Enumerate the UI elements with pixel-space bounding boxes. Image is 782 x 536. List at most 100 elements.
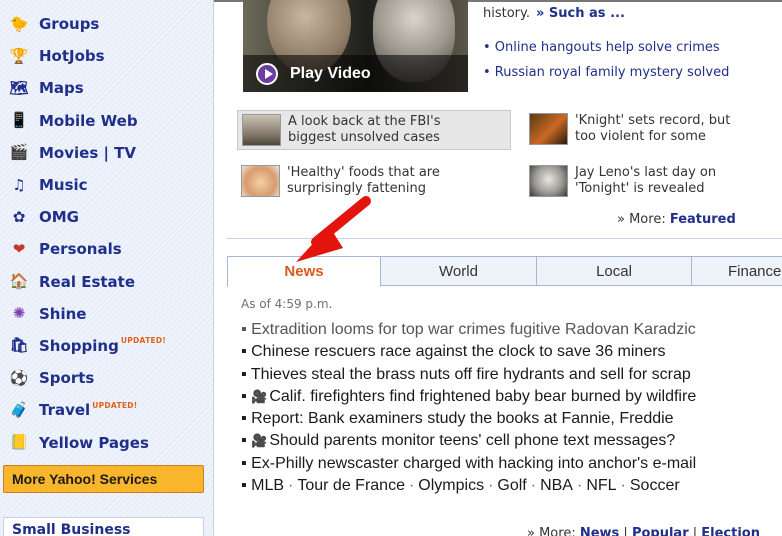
sidebar-list: 🐤 Groups 🏆 HotJobs 🗺 Maps 📱 Mobile Web 🎬 Movi… xyxy=(8,8,208,459)
groups-icon: 🐤 xyxy=(9,14,29,33)
news-headline[interactable]: ▪ 🎥 Calif. firefighters find frightened b… xyxy=(241,386,782,408)
sidebar-item-shine[interactable]: ✺ Shine xyxy=(8,298,208,330)
news-headline[interactable]: ▪ Extradition looms for top war crimes f… xyxy=(241,319,782,341)
sidebar-item-shopping[interactable]: 🛍 Shopping UPDATED! xyxy=(8,330,208,362)
more-news-link[interactable]: News xyxy=(580,526,619,536)
story-jay-leno[interactable]: Jay Leno's last day on 'Tonight' is revea… xyxy=(529,165,782,201)
sidebar-item-hotjobs[interactable]: 🏆 HotJobs xyxy=(8,40,208,72)
sidebar-item-label: Movies | TV xyxy=(39,143,137,162)
more-featured-link[interactable]: Featured xyxy=(670,212,736,227)
sidebar-item-label: Sports xyxy=(39,369,95,388)
shine-icon: ✺ xyxy=(12,304,26,323)
sidebar-item-label: Travel xyxy=(39,401,91,420)
shopping-icon: 🛍 xyxy=(9,336,29,355)
story-text: Jay Leno's last day on 'Tonight' is revea… xyxy=(575,165,717,196)
sports-icon: ⚽ xyxy=(9,368,29,387)
sidebar-item-maps[interactable]: 🗺 Maps xyxy=(8,72,208,104)
history-line: history. » Such as ... xyxy=(483,6,625,21)
sports-links-row: ▪ MLB · Tour de France · Olympics · Golf · NBA · N… xyxy=(241,477,680,495)
sidebar-item-label: Yellow Pages xyxy=(39,433,149,452)
movies-icon: 🎬 xyxy=(9,143,29,162)
story-knight[interactable]: 'Knight' sets record, but too violent for… xyxy=(529,113,782,149)
sidebar-item-personals[interactable]: ❤ Personals xyxy=(8,233,208,265)
sports-link-nfl[interactable]: NFL xyxy=(586,477,616,494)
sidebar-item-label: Groups xyxy=(39,15,100,34)
more-popular-link[interactable]: Popular xyxy=(632,526,689,536)
small-business-header[interactable]: Small Business xyxy=(3,517,204,536)
mobile-icon: 📱 xyxy=(9,111,29,130)
more-news-prefix: » More: xyxy=(527,526,576,536)
updated-badge: UPDATED! xyxy=(120,336,167,346)
news-list: ▪ Extradition looms for top war crimes f… xyxy=(241,319,782,497)
news-headline[interactable]: ▪ Ex-Philly newscaster charged with hack… xyxy=(241,453,782,475)
more-services-button[interactable]: More Yahoo! Services xyxy=(3,465,204,493)
news-headline[interactable]: ▪ Thieves steal the brass nuts off fire … xyxy=(241,364,782,386)
sidebar-item-label: Shine xyxy=(39,304,87,323)
sidebar-item-label: Real Estate xyxy=(39,272,136,291)
omg-icon: ✿ xyxy=(12,207,26,226)
tab-world[interactable]: World xyxy=(380,256,537,286)
sidebar-item-groups[interactable]: 🐤 Groups xyxy=(8,8,208,40)
red-arrow-shaft xyxy=(311,196,371,247)
sidebar-item-music[interactable]: ♫ Music xyxy=(8,169,208,201)
featured-bullet-link[interactable]: • Russian royal family mystery solved xyxy=(483,65,729,80)
yellowpages-icon: 📒 xyxy=(9,433,29,452)
sidebar-item-sports[interactable]: ⚽ Sports xyxy=(8,362,208,394)
sidebar-item-movies-tv[interactable]: 🎬 Movies | TV xyxy=(8,137,208,169)
realestate-icon: 🏠 xyxy=(9,272,29,291)
sports-link-golf[interactable]: Golf xyxy=(497,477,526,494)
sports-link-tour-de-france[interactable]: Tour de France xyxy=(297,477,405,494)
more-featured: » More: Featured xyxy=(617,212,736,227)
featured-bullet-link[interactable]: • Online hangouts help solve crimes xyxy=(483,40,720,55)
sports-link-olympics[interactable]: Olympics xyxy=(418,477,484,494)
sidebar-item-label: OMG xyxy=(39,208,79,227)
section-divider xyxy=(227,238,782,239)
updated-badge: UPDATED! xyxy=(92,400,138,410)
featured-bullet-list: • Russian royal family mystery solved xyxy=(483,65,729,80)
featured-bullet-list: • Online hangouts help solve crimes xyxy=(483,40,720,55)
sidebar-item-real-estate[interactable]: 🏠 Real Estate xyxy=(8,266,208,298)
more-election-link[interactable]: Election xyxy=(701,526,760,536)
sports-link-soccer[interactable]: Soccer xyxy=(630,477,680,494)
more-news: » More: News | Popular | Election xyxy=(527,526,760,536)
tab-news[interactable]: News xyxy=(227,256,381,287)
tab-finance[interactable]: Finance xyxy=(691,256,782,286)
travel-icon: 🧳 xyxy=(9,400,29,419)
sidebar-item-mobile-web[interactable]: 📱 Mobile Web xyxy=(8,105,208,137)
story-healthy-foods[interactable]: 'Healthy' foods that are surprisingly fat… xyxy=(241,165,511,201)
sidebar-item-label: Personals xyxy=(39,240,122,259)
sidebar-item-yellow-pages[interactable]: 📒 Yellow Pages xyxy=(8,426,208,458)
maps-icon: 🗺 xyxy=(9,78,29,97)
story-fbi[interactable]: A look back at the FBI's biggest unsolved… xyxy=(237,110,511,150)
sidebar-item-omg[interactable]: ✿ OMG xyxy=(8,201,208,233)
news-headline[interactable]: ▪ 🎥 Should parents monitor teens' cell ph… xyxy=(241,430,782,452)
play-icon xyxy=(256,62,278,85)
featured-video[interactable]: Play Video xyxy=(243,0,468,92)
news-headline[interactable]: ▪ Chinese rescuers race against the cloc… xyxy=(241,341,782,363)
story-thumbnail xyxy=(242,114,281,146)
sidebar-item-label: Mobile Web xyxy=(39,111,138,130)
sports-link-mlb[interactable]: MLB xyxy=(251,477,284,494)
tab-local[interactable]: Local xyxy=(536,256,692,286)
video-camera-icon: 🎥 xyxy=(251,388,268,404)
sidebar: 🐤 Groups 🏆 HotJobs 🗺 Maps 📱 Mobile Web 🎬 Movi… xyxy=(0,0,214,536)
sidebar-item-label: Maps xyxy=(39,79,84,98)
news-headline[interactable]: ▪ Report: Bank examiners study the books… xyxy=(241,408,782,430)
sports-link-nba[interactable]: NBA xyxy=(540,477,573,494)
such-as-link[interactable]: » Such as ... xyxy=(536,6,625,21)
story-thumbnail xyxy=(241,165,280,197)
story-thumbnail xyxy=(529,165,568,197)
history-text: history. xyxy=(483,6,530,21)
sidebar-item-label: HotJobs xyxy=(39,47,105,66)
play-video-label: Play Video xyxy=(290,64,371,82)
news-tabbar: News World Local Finance xyxy=(227,256,782,287)
play-video-button[interactable]: Play Video xyxy=(243,55,468,92)
more-featured-prefix: » More: xyxy=(617,212,666,227)
music-icon: ♫ xyxy=(12,175,26,194)
sidebar-item-travel[interactable]: 🧳 Travel UPDATED! xyxy=(8,394,208,426)
hotjobs-icon: 🏆 xyxy=(9,46,29,65)
personals-icon: ❤ xyxy=(12,239,26,258)
video-camera-icon: 🎥 xyxy=(251,433,268,449)
news-timestamp: As of 4:59 p.m. xyxy=(241,297,333,311)
sidebar-item-label: Music xyxy=(39,176,88,195)
